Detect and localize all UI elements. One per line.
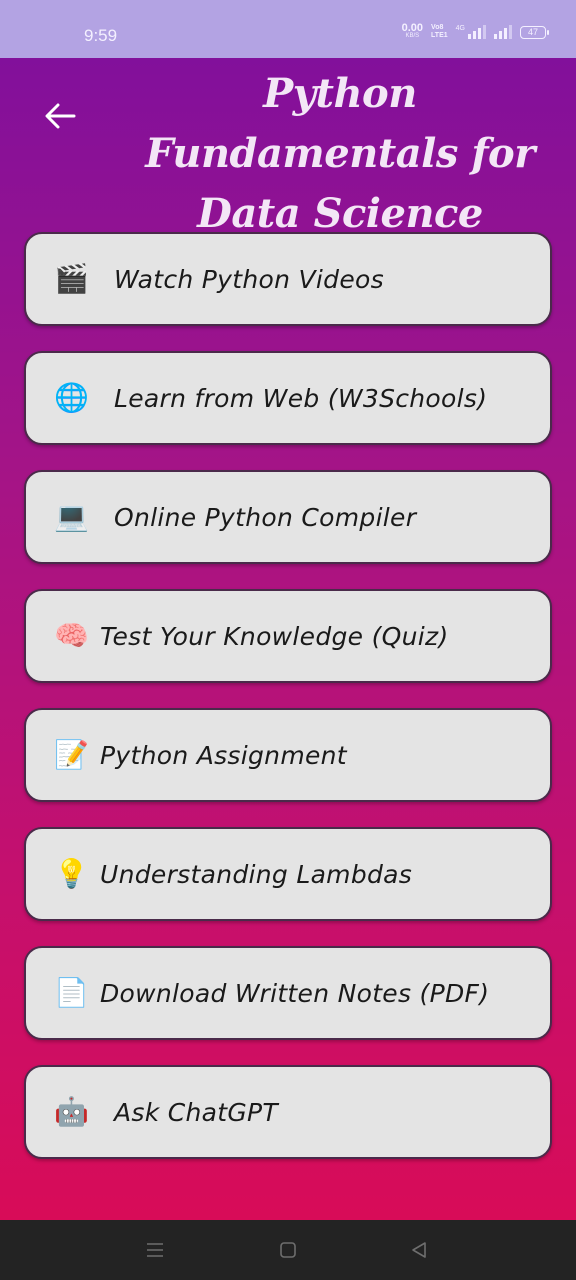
menu-item-label: Download Written Notes (PDF): [100, 978, 490, 1008]
status-bar: 9:59 0.00 KB/S Vo8 LTE1 4G 47: [0, 0, 576, 58]
memo-icon: 📝: [54, 738, 89, 771]
menu-item-label: Understanding Lambdas: [100, 859, 413, 889]
menu-item-label: Ask ChatGPT: [114, 1097, 278, 1127]
document-icon: 📄: [54, 976, 89, 1009]
network-speed-unit: KB/S: [405, 33, 420, 39]
menu-item-ask-chatgpt[interactable]: 🤖 Ask ChatGPT: [24, 1065, 552, 1159]
brain-icon: 🧠: [54, 619, 89, 652]
menu-item-quiz[interactable]: 🧠 Test Your Knowledge (Quiz): [24, 589, 552, 683]
menu-list: 🎬 Watch Python Videos 🌐 Learn from Web (…: [24, 232, 552, 1184]
battery-level: 47: [527, 26, 538, 37]
signal-4g-icon: 4G: [456, 25, 486, 39]
volte-top: Vo8: [431, 24, 444, 31]
battery-icon: 47: [520, 25, 549, 39]
recents-menu-icon: [147, 1243, 163, 1257]
clapperboard-icon: 🎬: [54, 262, 89, 295]
arrow-left-icon: [45, 103, 76, 129]
menu-item-label: Test Your Knowledge (Quiz): [100, 621, 449, 651]
laptop-icon: 💻: [54, 500, 89, 533]
menu-item-label: Online Python Compiler: [114, 502, 417, 532]
menu-item-online-compiler[interactable]: 💻 Online Python Compiler: [24, 470, 552, 564]
globe-icon: 🌐: [54, 381, 89, 414]
menu-item-label: Python Assignment: [100, 740, 347, 770]
recents-button[interactable]: [139, 1234, 171, 1266]
home-button[interactable]: [272, 1234, 304, 1266]
menu-item-lambdas[interactable]: 💡 Understanding Lambdas: [24, 827, 552, 921]
status-time: 9:59: [84, 26, 118, 45]
back-triangle-icon: [412, 1242, 426, 1258]
app-screen: Python Fundamentals for Data Science 🎬 W…: [0, 58, 576, 1220]
volte-bottom: LTE1: [431, 32, 448, 39]
signal-label: 4G: [455, 25, 465, 32]
home-square-icon: [280, 1242, 296, 1258]
volte-icon: Vo8 LTE1: [431, 24, 448, 40]
signal-icon: [494, 25, 512, 39]
page-title: Python Fundamentals for Data Science: [145, 70, 535, 237]
menu-item-learn-web[interactable]: 🌐 Learn from Web (W3Schools): [24, 351, 552, 445]
menu-item-assignment[interactable]: 📝 Python Assignment: [24, 708, 552, 802]
menu-item-watch-videos[interactable]: 🎬 Watch Python Videos: [24, 232, 552, 326]
lightbulb-icon: 💡: [54, 857, 89, 890]
navigation-bar: [0, 1220, 576, 1280]
status-indicators: 0.00 KB/S Vo8 LTE1 4G 47: [401, 22, 549, 40]
menu-item-label: Learn from Web (W3Schools): [114, 383, 488, 413]
robot-icon: 🤖: [54, 1095, 89, 1128]
network-speed-value: 0.00: [401, 22, 424, 34]
back-button[interactable]: [38, 94, 82, 138]
network-speed: 0.00 KB/S: [401, 22, 424, 40]
menu-item-download-notes[interactable]: 📄 Download Written Notes (PDF): [24, 946, 552, 1040]
system-back-button[interactable]: [403, 1234, 435, 1266]
menu-item-label: Watch Python Videos: [114, 264, 384, 294]
